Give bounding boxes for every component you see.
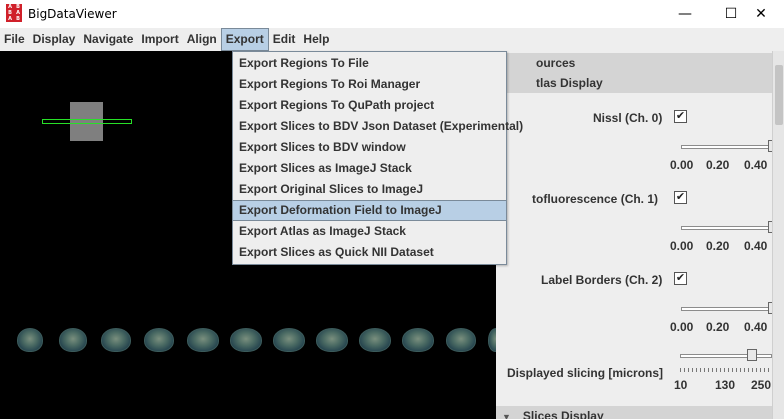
checkmark-icon: ✔ [675,272,686,284]
export-deformation-field-to-imagej[interactable]: Export Deformation Field to ImageJ [233,200,506,221]
menu-bar: File Display Navigate Import Align Expor… [0,28,784,51]
export-slices-to-bdv-json[interactable]: Export Slices to BDV Json Dataset (Exper… [233,116,523,137]
channel-1-checkbox[interactable]: ✔ [674,191,687,204]
export-slices-to-bdv-window[interactable]: Export Slices to BDV window [233,137,506,158]
checkmark-icon: ✔ [675,191,686,203]
atlas-display-header[interactable]: tlas Display [496,73,772,93]
brain-slice-thumbnail[interactable] [402,328,434,352]
menu-edit[interactable]: Edit [269,28,300,51]
menu-file[interactable]: File [0,28,29,51]
menu-display[interactable]: Display [29,28,80,51]
checkmark-icon: ✔ [675,110,686,122]
slicing-tick: 130 [715,378,736,392]
channel-1-tick: 0.00 [670,239,694,253]
channel-0-slider[interactable] [681,145,772,149]
slicing-slider-thumb[interactable] [747,349,757,361]
menu-import[interactable]: Import [137,28,182,51]
menu-help[interactable]: Help [299,28,333,51]
slicing-tick: 10 [674,378,688,392]
slicing-minor-ticks [680,368,772,372]
channel-0-label: Nissl (Ch. 0) [593,111,663,125]
slices-display-header[interactable]: ▼ Slices Display [496,406,772,419]
abba-app-icon: A B B A A B [6,4,22,22]
brain-slice-thumbnail[interactable] [488,328,496,352]
channel-0-tick: 0.20 [706,158,730,172]
menu-navigate[interactable]: Navigate [79,28,137,51]
export-menu: Export Regions To File Export Regions To… [232,51,523,265]
side-panel: ources tlas Display Nissl (Ch. 0) ✔ 0.00… [496,51,784,419]
channel-0-tick: 0.40 [744,158,768,172]
export-atlas-as-imagej-stack[interactable]: Export Atlas as ImageJ Stack [233,221,506,242]
close-icon: ✕ [755,6,767,22]
collapse-arrow-icon: ▼ [502,412,511,419]
brain-slice-thumbnail[interactable] [144,328,174,352]
menu-export[interactable]: Export [220,28,269,51]
channel-2-tick: 0.20 [706,320,730,334]
channel-2-checkbox[interactable]: ✔ [674,272,687,285]
channel-1-tick: 0.20 [706,239,730,253]
slicing-slider[interactable] [680,354,772,358]
export-regions-to-roi-manager[interactable]: Export Regions To Roi Manager [233,74,506,95]
channel-0-tick: 0.00 [670,158,694,172]
brain-slice-thumbnail[interactable] [273,328,305,352]
brain-slice-thumbnail[interactable] [359,328,391,352]
channel-2-tick: 0.00 [670,320,694,334]
channel-1-slider[interactable] [681,226,772,230]
brain-slice-thumbnail[interactable] [187,328,219,352]
channel-2-tick: 0.40 [744,320,768,334]
window-title: BigDataViewer [28,7,117,21]
channel-1-label: tofluorescence (Ch. 1) [532,192,659,206]
brain-slice-thumbnail[interactable] [17,328,43,352]
brain-slice-thumbnail[interactable] [230,328,262,352]
export-regions-to-qupath[interactable]: Export Regions To QuPath project [233,95,506,116]
sources-header[interactable]: ources [496,53,772,73]
slice-overlay-marker[interactable] [42,119,132,124]
channel-0-checkbox[interactable]: ✔ [674,110,687,123]
channel-2-label: Label Borders (Ch. 2) [541,273,663,287]
export-regions-to-file[interactable]: Export Regions To File [233,53,506,74]
title-bar: A B B A A B BigDataViewer — ☐ ✕ [0,0,784,28]
menu-align[interactable]: Align [183,28,221,51]
brain-slice-thumbnail[interactable] [316,328,348,352]
channel-1-tick: 0.40 [744,239,768,253]
slicing-label: Displayed slicing [microns] [507,366,664,380]
panel-scrollbar[interactable] [772,51,784,419]
panel-scrollbar-thumb[interactable] [775,65,783,125]
minimize-button[interactable]: — [662,0,708,28]
slicing-tick: 250 [751,378,772,392]
export-original-slices-to-imagej[interactable]: Export Original Slices to ImageJ [233,179,506,200]
channel-2-slider[interactable] [681,307,772,311]
slices-display-label: Slices Display [522,409,604,419]
export-slices-as-imagej-stack[interactable]: Export Slices as ImageJ Stack [233,158,506,179]
close-button[interactable]: ✕ [738,0,784,28]
brain-slice-thumbnail[interactable] [59,328,87,352]
export-slices-as-quick-nii[interactable]: Export Slices as Quick NII Dataset [233,242,506,263]
brain-slice-thumbnail[interactable] [446,328,476,352]
brain-slice-thumbnail[interactable] [101,328,131,352]
maximize-icon: ☐ [724,6,738,22]
minimize-icon: — [678,6,692,22]
